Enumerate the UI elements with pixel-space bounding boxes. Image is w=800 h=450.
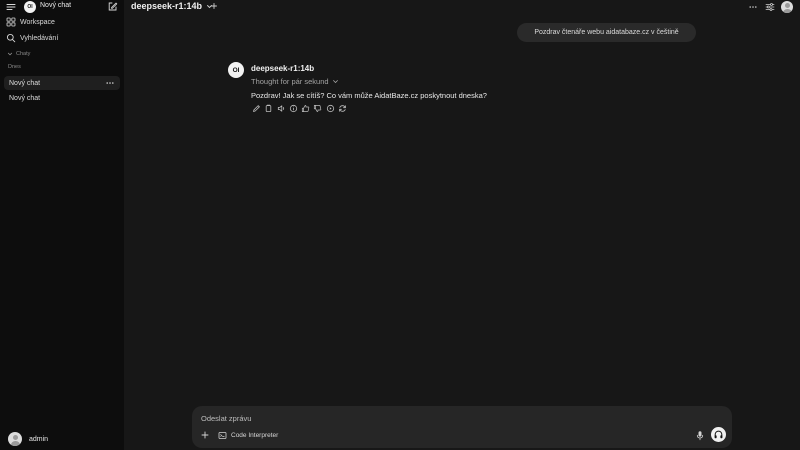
user-name: admin xyxy=(29,435,49,443)
sidebar-item-search[interactable]: Vyhledávání xyxy=(6,32,58,44)
add-model-icon[interactable] xyxy=(210,2,218,10)
copy-icon[interactable] xyxy=(264,104,273,113)
bot-name: deepseek-r1:14b xyxy=(251,64,315,73)
grid-icon xyxy=(6,17,16,27)
more-options-icon[interactable] xyxy=(105,78,115,88)
header-avatar[interactable] xyxy=(781,1,793,13)
speaker-icon[interactable] xyxy=(277,104,286,113)
continue-icon[interactable] xyxy=(326,104,335,113)
message-actions xyxy=(252,104,347,113)
thumbs-up-icon[interactable] xyxy=(301,104,310,113)
code-interpreter-button[interactable]: Code Interpreter xyxy=(218,430,278,441)
more-options-icon[interactable] xyxy=(748,2,758,12)
controls-icon[interactable] xyxy=(765,2,775,12)
terminal-icon xyxy=(218,431,227,440)
app-logo[interactable]: OI xyxy=(24,1,36,13)
sidebar-toggle-icon[interactable] xyxy=(6,2,16,12)
chevron-down-icon xyxy=(7,51,13,57)
chat-title: Nový chat xyxy=(9,79,41,87)
chevron-down-icon xyxy=(332,78,339,85)
bot-logo: OI xyxy=(228,62,244,78)
model-selector[interactable]: deepseek-r1:14b xyxy=(131,1,213,11)
sidebar-item-workspace[interactable]: Workspace xyxy=(6,16,55,28)
voice-mode-icon[interactable] xyxy=(711,427,726,442)
sidebar-item-label: Workspace xyxy=(20,18,55,26)
chat-list-item[interactable]: Nový chat xyxy=(4,76,120,90)
thought-label: Thought for pár sekund xyxy=(251,77,329,86)
info-icon[interactable] xyxy=(289,104,298,113)
message-input[interactable] xyxy=(201,413,601,423)
sidebar-header: OI Nový chat xyxy=(0,0,124,14)
new-chat-edit-icon[interactable] xyxy=(107,1,118,12)
section-label: Chaty xyxy=(16,51,31,57)
search-icon xyxy=(6,33,16,43)
chats-section-toggle[interactable]: Chaty xyxy=(7,51,30,57)
edit-icon[interactable] xyxy=(252,104,261,113)
regenerate-icon[interactable] xyxy=(338,104,347,113)
thought-toggle[interactable]: Thought for pár sekund xyxy=(251,77,339,86)
chat-title: Nový chat xyxy=(9,94,41,102)
microphone-icon[interactable] xyxy=(695,430,705,441)
avatar xyxy=(8,432,22,446)
plus-icon[interactable] xyxy=(200,430,210,440)
message-composer: Code Interpreter xyxy=(192,406,732,448)
sidebar: OI Nový chat Workspace Vyhledávání Chaty… xyxy=(0,0,124,450)
chat-list-item[interactable]: Nový chat xyxy=(4,91,120,105)
thumbs-down-icon[interactable] xyxy=(313,104,322,113)
date-group-label: Dnes xyxy=(8,64,21,70)
sidebar-item-label: Vyhledávání xyxy=(20,34,59,42)
user-menu[interactable]: admin xyxy=(8,432,48,446)
model-name: deepseek-r1:14b xyxy=(131,1,203,11)
new-chat-title[interactable]: Nový chat xyxy=(40,2,71,9)
code-interpreter-label: Code Interpreter xyxy=(231,432,279,439)
user-message: Pozdrav čtenáře webu aidatabaze.cz v češ… xyxy=(517,23,696,42)
bot-message: Pozdrav! Jak se cítíš? Co vám může Aidat… xyxy=(251,91,487,100)
